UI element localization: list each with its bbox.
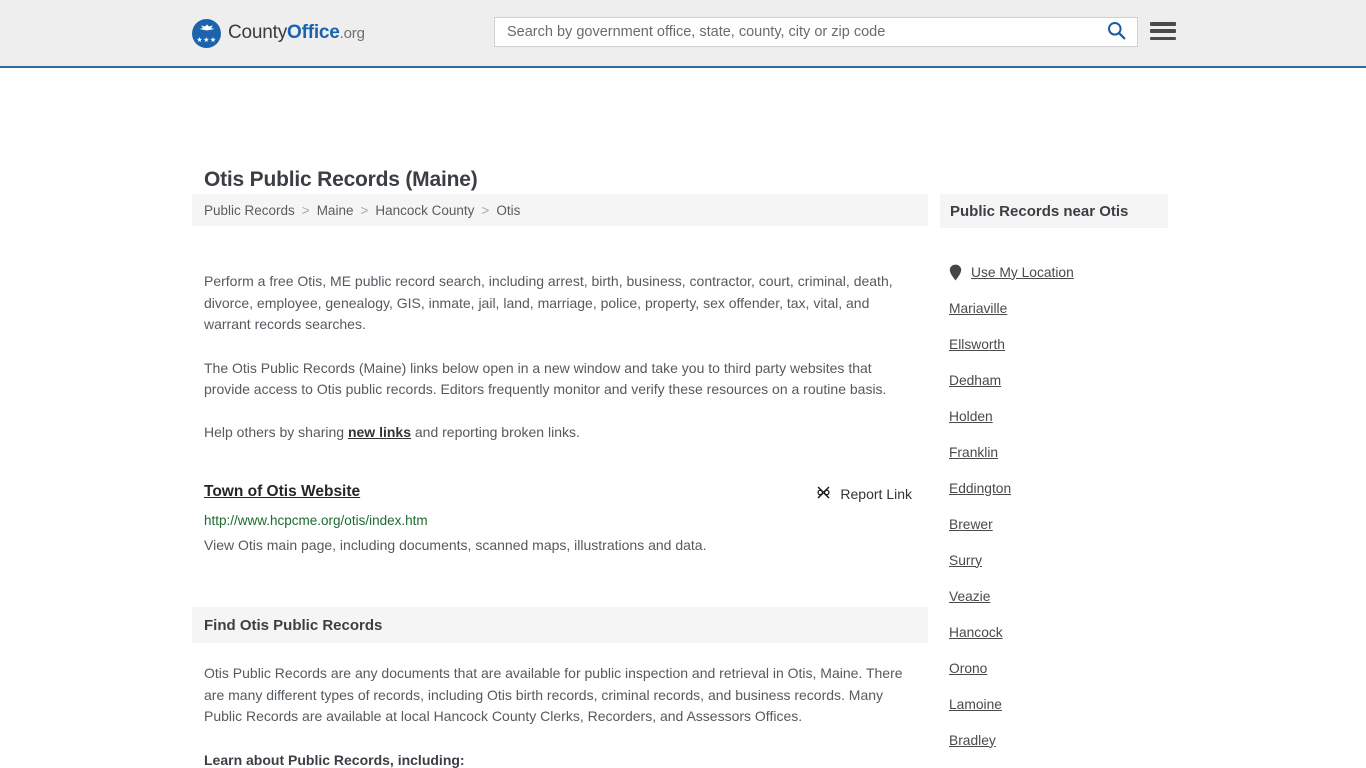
sidebar-item-orono[interactable]: Orono xyxy=(949,661,987,676)
record-description: View Otis main page, including documents… xyxy=(204,537,707,553)
record-title-link[interactable]: Town of Otis Website xyxy=(204,483,360,501)
sidebar-item-brewer[interactable]: Brewer xyxy=(949,517,993,532)
brand-word-org: .org xyxy=(339,25,365,42)
logo-stars: ★★★ xyxy=(196,37,217,44)
sidebar-item-use-my-location[interactable]: Use My Location xyxy=(940,254,1168,290)
sidebar-item-surry[interactable]: Surry xyxy=(949,553,982,568)
breadcrumb-item-public-records[interactable]: Public Records xyxy=(204,203,295,218)
section-paragraph: Otis Public Records are any documents th… xyxy=(204,665,903,724)
list-item[interactable]: Holden xyxy=(940,398,1168,434)
record-url-link[interactable]: http://www.hcpcme.org/otis/index.htm xyxy=(204,513,916,528)
sidebar-item-hancock[interactable]: Hancock xyxy=(949,625,1003,640)
share-text-after: and reporting broken links. xyxy=(411,423,580,440)
section-body: Otis Public Records are any documents th… xyxy=(192,663,928,768)
sidebar-item-ellsworth[interactable]: Ellsworth xyxy=(949,337,1005,352)
sidebar-item-holden[interactable]: Holden xyxy=(949,409,993,424)
brand-text: CountyOffice.org xyxy=(228,23,365,44)
hamburger-bar-1 xyxy=(1150,22,1176,26)
report-link-label: Report Link xyxy=(840,486,912,502)
section-heading: Find Otis Public Records xyxy=(192,607,928,643)
list-item[interactable]: Brewer xyxy=(940,506,1168,542)
sidebar-item-franklin[interactable]: Franklin xyxy=(949,445,998,460)
breadcrumb-item-maine[interactable]: Maine xyxy=(317,203,354,218)
page-title: Otis Public Records (Maine) xyxy=(204,168,478,192)
site-header: ★★★ CountyOffice.org xyxy=(0,0,1366,68)
report-link-button[interactable]: Report Link xyxy=(815,484,912,504)
breadcrumb-separator-2: > xyxy=(360,202,369,218)
sidebar-item-veazie[interactable]: Veazie xyxy=(949,589,990,604)
hamburger-menu-icon[interactable] xyxy=(1150,20,1176,42)
list-item[interactable]: Dedham xyxy=(940,362,1168,398)
sidebar-item-dedham[interactable]: Dedham xyxy=(949,373,1001,388)
list-item[interactable]: Orono xyxy=(940,650,1168,686)
list-item[interactable]: Mariaville xyxy=(940,290,1168,326)
sidebar-place-list: Use My Location Mariaville Ellsworth Ded… xyxy=(940,254,1168,768)
breadcrumb-item-hancock-county[interactable]: Hancock County xyxy=(375,203,474,218)
breadcrumb: Public Records > Maine > Hancock County … xyxy=(192,194,928,226)
record-entry: Town of Otis Website Report Link http://… xyxy=(192,483,928,555)
eagle-shield-icon: ★★★ xyxy=(192,19,221,48)
main-content: Public Records > Maine > Hancock County … xyxy=(192,194,928,768)
breadcrumb-separator-1: > xyxy=(301,202,310,218)
list-item[interactable]: Franklin xyxy=(940,434,1168,470)
broken-link-icon xyxy=(815,484,832,504)
sidebar-item-bradley[interactable]: Bradley xyxy=(949,733,996,748)
list-item[interactable]: Orland xyxy=(940,758,1168,768)
sidebar-item-eddington[interactable]: Eddington xyxy=(949,481,1011,496)
search-input[interactable] xyxy=(495,18,1095,46)
sidebar-item-lamoine[interactable]: Lamoine xyxy=(949,697,1002,712)
search-bar[interactable] xyxy=(494,17,1138,47)
list-item[interactable]: Veazie xyxy=(940,578,1168,614)
new-links-link[interactable]: new links xyxy=(348,424,411,440)
intro-section: Perform a free Otis, ME public record se… xyxy=(192,271,928,443)
hamburger-bar-2 xyxy=(1150,29,1176,33)
list-item[interactable]: Surry xyxy=(940,542,1168,578)
hamburger-bar-3 xyxy=(1150,36,1176,40)
site-logo[interactable]: ★★★ CountyOffice.org xyxy=(192,19,365,48)
list-item[interactable]: Hancock xyxy=(940,614,1168,650)
list-item[interactable]: Ellsworth xyxy=(940,326,1168,362)
breadcrumb-separator-3: > xyxy=(481,202,490,218)
breadcrumb-item-otis: Otis xyxy=(496,202,521,218)
record-header-row: Town of Otis Website Report Link xyxy=(204,483,916,504)
list-item[interactable]: Lamoine xyxy=(940,686,1168,722)
search-button[interactable] xyxy=(1095,18,1137,46)
share-text-before: Help others by sharing xyxy=(204,423,348,440)
sidebar: Public Records near Otis Use My Location… xyxy=(940,194,1168,768)
search-icon xyxy=(1107,21,1126,43)
list-item[interactable]: Eddington xyxy=(940,470,1168,506)
intro-paragraph-3: Help others by sharing new links and rep… xyxy=(204,422,916,444)
use-my-location-link[interactable]: Use My Location xyxy=(971,265,1074,280)
map-pin-icon xyxy=(949,264,962,281)
brand-word-county: County xyxy=(228,22,288,43)
intro-paragraph-2: The Otis Public Records (Maine) links be… xyxy=(204,359,887,398)
brand-word-office: Office xyxy=(287,22,340,43)
list-item[interactable]: Bradley xyxy=(940,722,1168,758)
intro-paragraph-1: Perform a free Otis, ME public record se… xyxy=(204,273,893,332)
sidebar-item-mariaville[interactable]: Mariaville xyxy=(949,301,1007,316)
sidebar-heading: Public Records near Otis xyxy=(940,194,1168,228)
learn-about-label: Learn about Public Records, including: xyxy=(204,751,465,768)
